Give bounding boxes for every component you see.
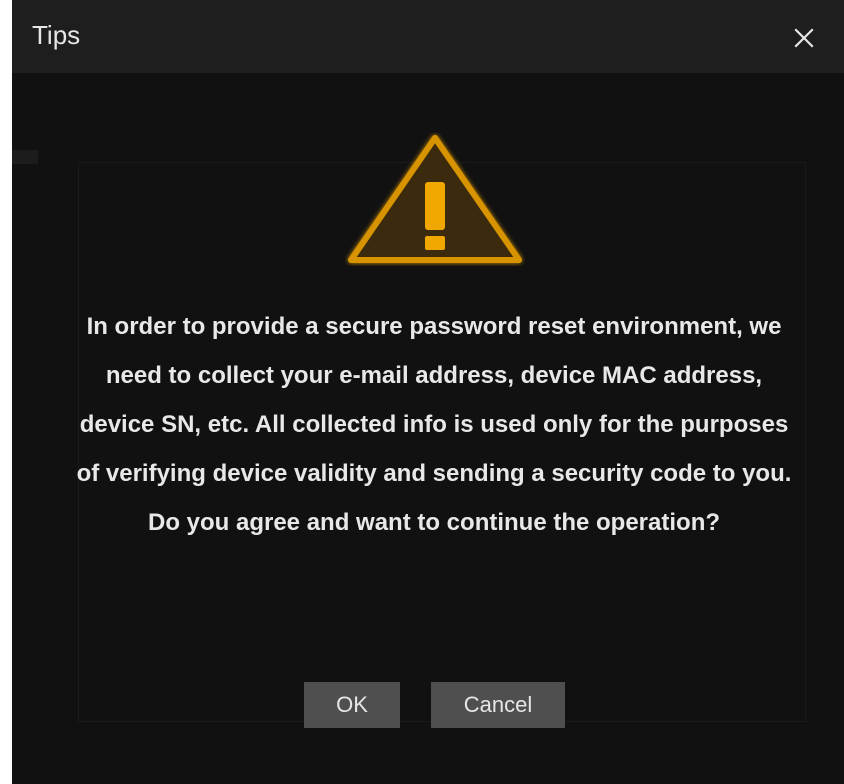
cancel-button[interactable]: Cancel (431, 682, 565, 728)
dialog-message: In order to provide a secure password re… (76, 313, 792, 536)
close-icon[interactable] (792, 26, 816, 50)
tips-dialog: WEB SERVICE Tips In order to provide a s… (12, 0, 844, 784)
background-divider (12, 150, 38, 164)
warning-triangle-icon (348, 135, 522, 263)
ok-button[interactable]: OK (304, 682, 400, 728)
dialog-titlebar: Tips (12, 0, 844, 73)
dialog-title: Tips (32, 20, 81, 50)
